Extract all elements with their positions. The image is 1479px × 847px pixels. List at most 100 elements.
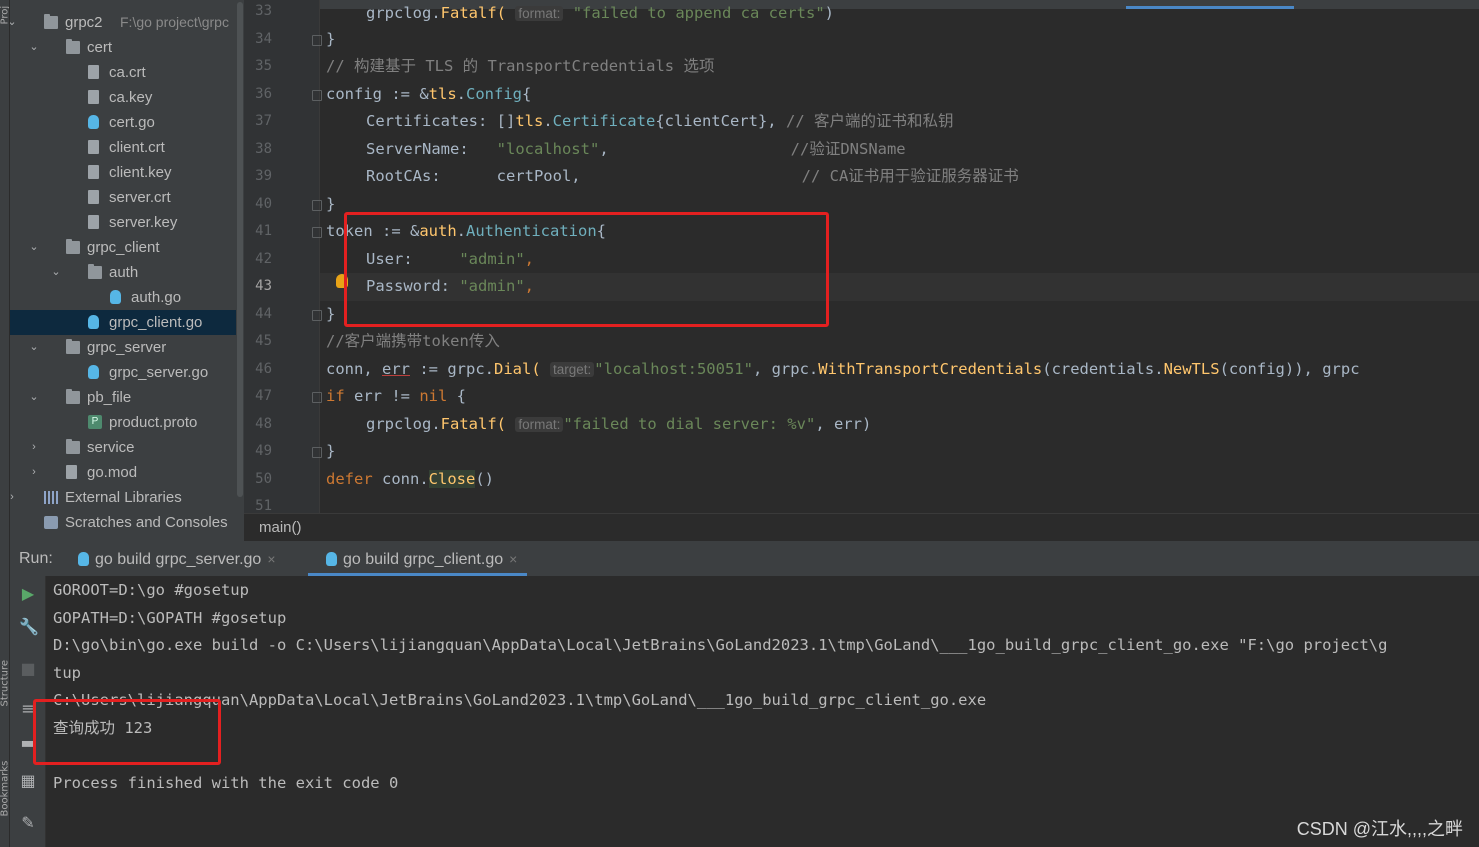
folder-icon [44,14,58,29]
chevron-down-icon[interactable]: ⌄ [10,10,18,35]
chevron-right-icon[interactable]: › [28,435,40,460]
folder-icon [66,439,80,454]
code-token: { [447,387,466,405]
go-file-icon [88,365,99,379]
tree-item[interactable]: ⌄ grpc2 F:\go project\grpc [10,10,236,35]
tree-item[interactable]: Pproduct.proto [10,410,236,435]
tree-item[interactable]: ca.key [10,85,236,110]
tree-item[interactable]: auth.go [10,285,236,310]
code-line-36[interactable]: config := &tls.Config{ [326,81,531,109]
close-icon[interactable]: × [509,551,517,567]
tree-item[interactable]: › go.mod [10,460,236,485]
tree-item[interactable]: ⌄ auth [10,260,236,285]
folder-icon [88,264,102,279]
close-icon[interactable]: × [267,551,275,567]
play-icon[interactable]: ▶ [19,585,37,603]
fold-marker-icon[interactable] [312,199,322,211]
chevron-down-icon[interactable]: ⌄ [28,385,40,410]
run-label: Run: [19,550,53,567]
code-line-38[interactable]: ServerName: "localhost", //验证DNSName [326,136,906,164]
code-comment: // CA证书用于验证服务器证书 [801,167,1019,185]
fold-marker-icon[interactable] [312,227,322,238]
chevron-right-icon[interactable]: › [10,485,18,510]
structure-tool-tab[interactable]: Structure [0,660,9,707]
fold-marker-icon[interactable] [312,89,322,101]
tree-item[interactable]: › External Libraries [10,485,236,510]
line-number: 43 [255,278,272,294]
console-output[interactable]: GOROOT=D:\go #gosetup GOPATH=D:\GOPATH #… [53,576,1479,847]
tree-item[interactable]: Scratches and Consoles [10,510,236,535]
go-file-icon [88,315,99,329]
tree-item-label: service [87,439,135,456]
tree-item[interactable]: server.key [10,210,236,235]
tree-item-label: server.key [109,214,178,231]
line-number: 44 [255,305,272,322]
code-line-48[interactable]: grpclog.Fatalf( format: "failed to dial s… [326,411,871,439]
code-token: { [522,84,532,103]
tree-scrollbar-thumb[interactable] [237,2,243,497]
line-number: 45 [255,333,272,349]
code-line-40[interactable]: } [326,191,335,219]
tree-item-label: ca.crt [109,64,146,81]
code-token: RootCAs: certPool, [366,167,581,185]
chevron-right-icon[interactable]: › [28,460,40,485]
tree-item-label: ca.key [109,89,153,106]
bookmarks-tool-tab[interactable]: Bookmarks [0,761,9,817]
wrench-icon[interactable]: 🔧 [19,618,39,636]
project-tool-tab[interactable]: Proj [0,3,9,25]
tree-item[interactable]: ca.crt [10,60,236,85]
tree-item[interactable]: ⌄ pb_file [10,385,236,410]
fold-marker-icon[interactable] [312,447,322,458]
run-tab-grpc-server[interactable]: go build grpc_server.go × [78,541,276,576]
tree-item[interactable]: cert.go [10,110,236,135]
tree-item[interactable]: ⌄ grpc_server [10,335,236,360]
code-line-46[interactable]: conn, err := grpc.Dial( target: "localhos… [326,356,1360,384]
tree-item-label: auth.go [131,289,182,306]
tree-item[interactable]: client.key [10,160,236,185]
layout-icon[interactable]: ▦ [19,772,37,790]
tree-item[interactable]: grpc_server.go [10,360,236,385]
library-icon [44,491,58,504]
file-icon [88,165,99,179]
code-line-37[interactable]: Certificates: []tls.Certificate{clientCe… [326,108,953,136]
tree-scrollbar[interactable] [236,0,244,541]
code-line-44[interactable]: } [326,301,335,329]
tree-item-label: grpc_client [87,239,160,256]
tree-item[interactable]: › service [10,435,236,460]
tree-item[interactable]: ⌄ cert [10,35,236,60]
tree-item[interactable]: client.crt [10,135,236,160]
tree-item-label: grpc_server.go [109,364,209,381]
stop-icon[interactable]: ■ [19,660,37,678]
line-number: 47 [255,388,272,404]
tree-item-label: grpc_server [87,339,167,356]
fold-marker-icon[interactable] [312,34,322,46]
editor-breadcrumb[interactable]: main() [244,513,1479,541]
code-line-45[interactable]: //客户端携带token传入 [326,328,500,356]
fold-marker-icon[interactable] [312,392,322,403]
run-tab-grpc-client[interactable]: go build grpc_client.go × [308,541,528,576]
fold-marker-icon[interactable] [312,309,322,321]
file-icon [88,90,99,104]
console-line: GOPATH=D:\GOPATH #gosetup [53,608,287,627]
chevron-down-icon[interactable]: ⌄ [28,235,40,260]
tree-item-label: client.key [109,164,172,181]
chevron-down-icon[interactable]: ⌄ [28,35,40,60]
code-line-34[interactable]: } [326,26,335,54]
tree-item[interactable]: server.crt [10,185,236,210]
line-number: 49 [255,443,272,459]
code-line-35[interactable]: // 构建基于 TLS 的 TransportCredentials 选项 [326,53,714,81]
tree-item[interactable]: ⌄ grpc_client [10,235,236,260]
code-token: conn. [372,469,429,488]
code-line-33[interactable]: grpclog.Fatalf( format: "failed to appen… [326,0,834,28]
chevron-down-icon[interactable]: ⌄ [50,260,62,285]
tree-item-label: client.crt [109,139,165,156]
code-token: Config [466,84,522,103]
tree-item[interactable]: grpc_client.go [10,310,236,335]
code-line-47[interactable]: if err != nil { [326,383,466,411]
code-line-50[interactable]: defer conn.Close() [326,466,494,494]
tree-item-label: grpc_client.go [109,314,203,331]
chevron-down-icon[interactable]: ⌄ [28,335,40,360]
code-line-49[interactable]: } [326,438,335,466]
code-line-39[interactable]: RootCAs: certPool, // CA证书用于验证服务器证书 [326,163,1019,191]
pin-icon[interactable]: ✎ [19,814,37,832]
